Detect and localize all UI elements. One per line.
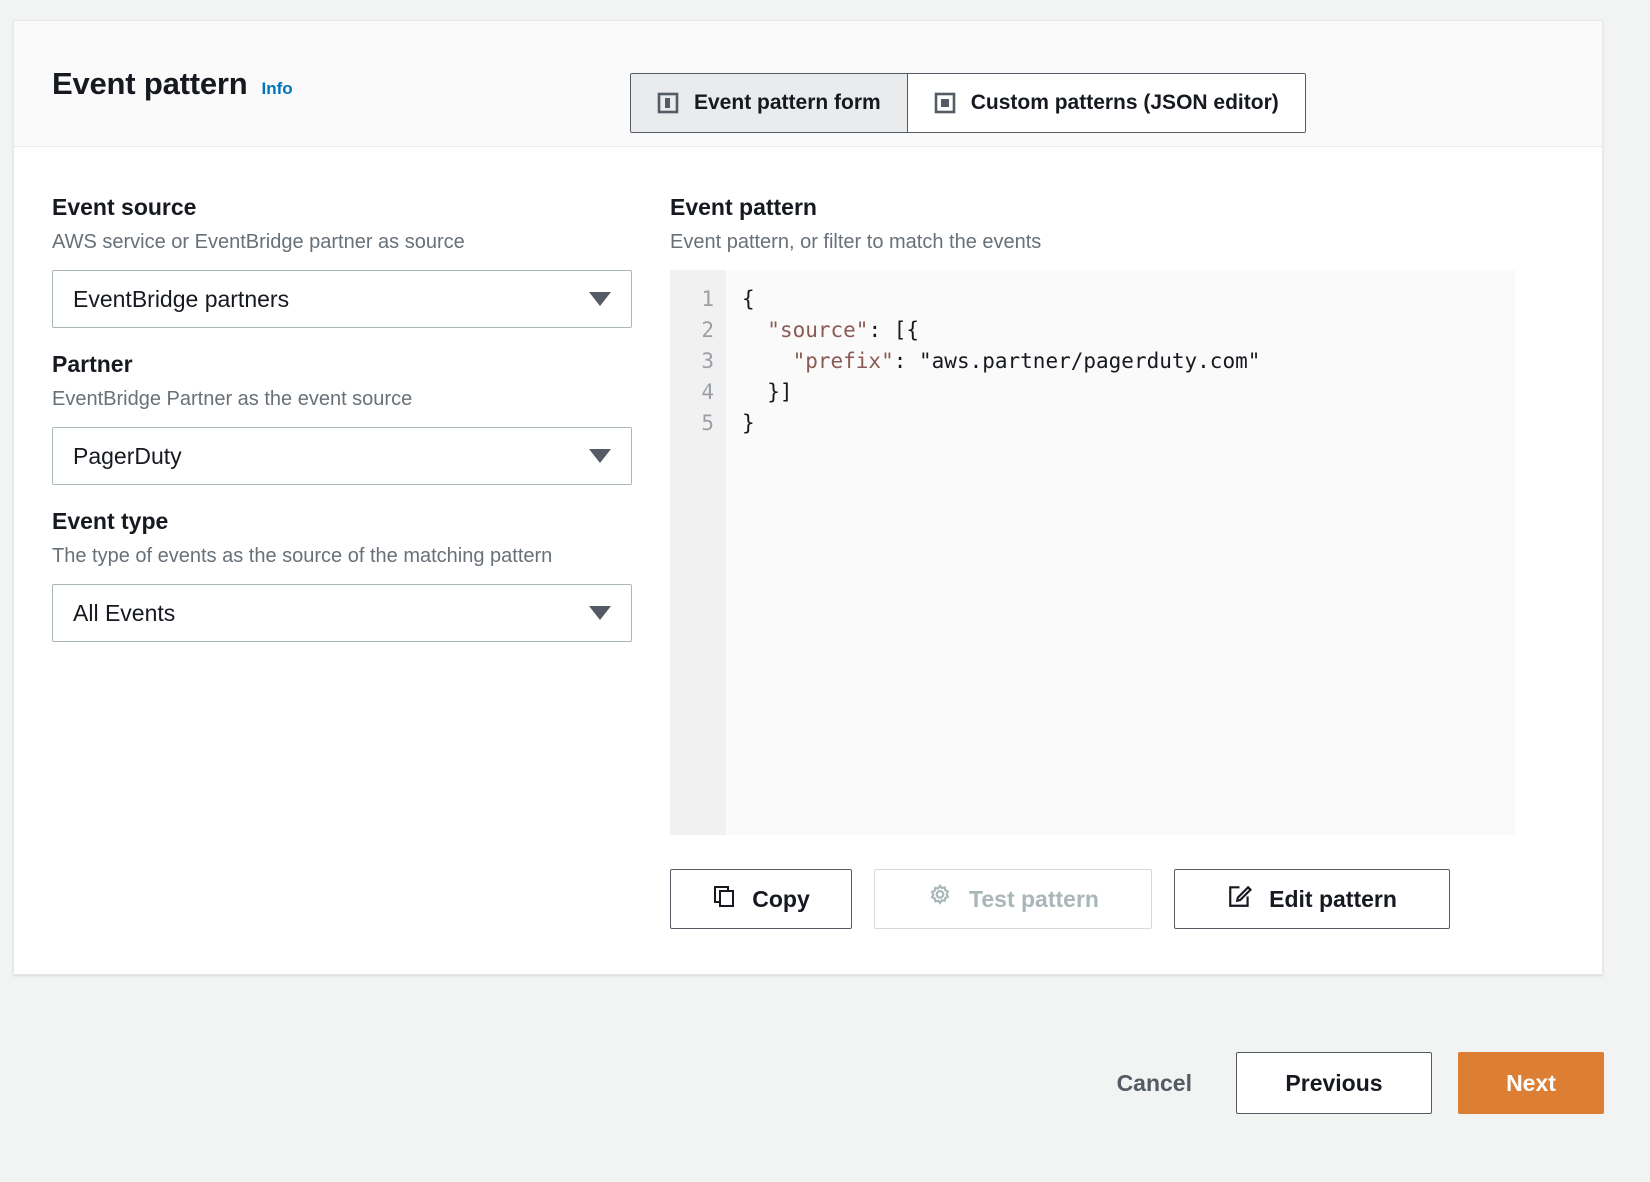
event-type-description: The type of events as the source of the … bbox=[52, 545, 553, 568]
previous-button[interactable]: Previous bbox=[1236, 1052, 1432, 1114]
gear-icon bbox=[927, 883, 953, 915]
event-type-label: Event type bbox=[52, 508, 169, 535]
edit-pattern-button-label: Edit pattern bbox=[1269, 885, 1397, 912]
copy-icon bbox=[712, 884, 736, 914]
event-source-description: AWS service or EventBridge partner as so… bbox=[52, 230, 465, 253]
event-source-label: Event source bbox=[52, 194, 197, 220]
code-line: "source": [{ bbox=[742, 315, 1515, 346]
event-pattern-code-editor[interactable]: 1 2 3 4 5 { "source": [{ "prefix": "aws.part… bbox=[670, 270, 1515, 836]
event-source-value: EventBridge partners bbox=[73, 285, 290, 312]
event-pattern-description: Event pattern, or filter to match the ev… bbox=[670, 230, 1042, 253]
event-type-value: All Events bbox=[73, 599, 176, 626]
code-line-number: 2 bbox=[701, 318, 714, 343]
chevron-down-icon bbox=[589, 606, 611, 621]
code-line: { bbox=[742, 287, 755, 312]
json-value: : [{ bbox=[868, 318, 920, 343]
code-content: { "source": [{ "prefix": "aws.partner/pa… bbox=[726, 270, 1515, 835]
partner-field: Partner EventBridge Partner as the event… bbox=[52, 350, 632, 486]
code-line-number-gutter: 1 2 3 4 5 bbox=[670, 270, 726, 836]
event-pattern-label: Event pattern bbox=[670, 194, 817, 220]
card-body: Event source AWS service or EventBridge … bbox=[14, 147, 1602, 930]
code-line: } bbox=[742, 411, 755, 436]
form-layout-icon bbox=[657, 92, 679, 114]
json-key: "prefix" bbox=[792, 349, 894, 374]
tab-event-pattern-form-label: Event pattern form bbox=[694, 91, 881, 114]
pattern-mode-segmented-control: Event pattern form Custom patterns (JSON… bbox=[630, 73, 1306, 133]
event-pattern-card: Event pattern Info Event pattern form Cu… bbox=[13, 20, 1603, 975]
tab-event-pattern-form[interactable]: Event pattern form bbox=[631, 74, 907, 132]
partner-label: Partner bbox=[52, 351, 133, 378]
edit-pencil-icon bbox=[1227, 883, 1253, 915]
event-pattern-page: Event pattern Info Event pattern form Cu… bbox=[0, 0, 1650, 1182]
edit-pattern-button[interactable]: Edit pattern bbox=[1174, 869, 1450, 930]
editor-action-buttons: Copy Test pattern Edit pattern bbox=[670, 869, 1564, 930]
partner-description: EventBridge Partner as the event source bbox=[52, 387, 413, 410]
tab-custom-patterns-label: Custom patterns (JSON editor) bbox=[970, 91, 1279, 114]
chevron-down-icon bbox=[589, 292, 611, 307]
page-title: Event pattern bbox=[52, 65, 248, 101]
card-header: Event pattern Info Event pattern form Cu… bbox=[14, 21, 1602, 147]
code-line: }] bbox=[742, 380, 793, 405]
partner-value: PagerDuty bbox=[73, 442, 182, 469]
chevron-down-icon bbox=[589, 449, 611, 464]
code-line: "prefix": "aws.partner/pagerduty.com" bbox=[742, 346, 1515, 377]
event-source-field: Event source AWS service or EventBridge … bbox=[52, 193, 632, 329]
info-link[interactable]: Info bbox=[262, 79, 293, 99]
title-wrap: Event pattern Info bbox=[52, 66, 293, 102]
event-pattern-preview-column: Event pattern Event pattern, or filter t… bbox=[670, 193, 1564, 930]
event-type-field: Event type The type of events as the sou… bbox=[52, 507, 632, 643]
event-type-select[interactable]: All Events bbox=[52, 584, 632, 643]
json-key: "source" bbox=[767, 318, 869, 343]
code-line-number: 5 bbox=[701, 411, 714, 436]
event-source-form-column: Event source AWS service or EventBridge … bbox=[52, 193, 632, 929]
copy-button-label: Copy bbox=[752, 885, 810, 912]
code-line-number: 4 bbox=[701, 380, 714, 405]
partner-select[interactable]: PagerDuty bbox=[52, 427, 632, 486]
json-value: : "aws.partner/pagerduty.com" bbox=[893, 349, 1261, 374]
copy-button[interactable]: Copy bbox=[670, 869, 852, 930]
wizard-footer: Cancel Previous Next bbox=[0, 1028, 1650, 1138]
test-pattern-button-label: Test pattern bbox=[969, 885, 1099, 912]
next-button[interactable]: Next bbox=[1458, 1052, 1604, 1114]
tab-custom-patterns-json-editor[interactable]: Custom patterns (JSON editor) bbox=[906, 74, 1305, 132]
code-line-number: 3 bbox=[701, 349, 714, 374]
cancel-button[interactable]: Cancel bbox=[1099, 1053, 1210, 1113]
test-pattern-button[interactable]: Test pattern bbox=[874, 869, 1152, 930]
code-line-number: 1 bbox=[701, 287, 714, 312]
event-source-select[interactable]: EventBridge partners bbox=[52, 270, 632, 329]
json-editor-icon bbox=[934, 92, 956, 114]
